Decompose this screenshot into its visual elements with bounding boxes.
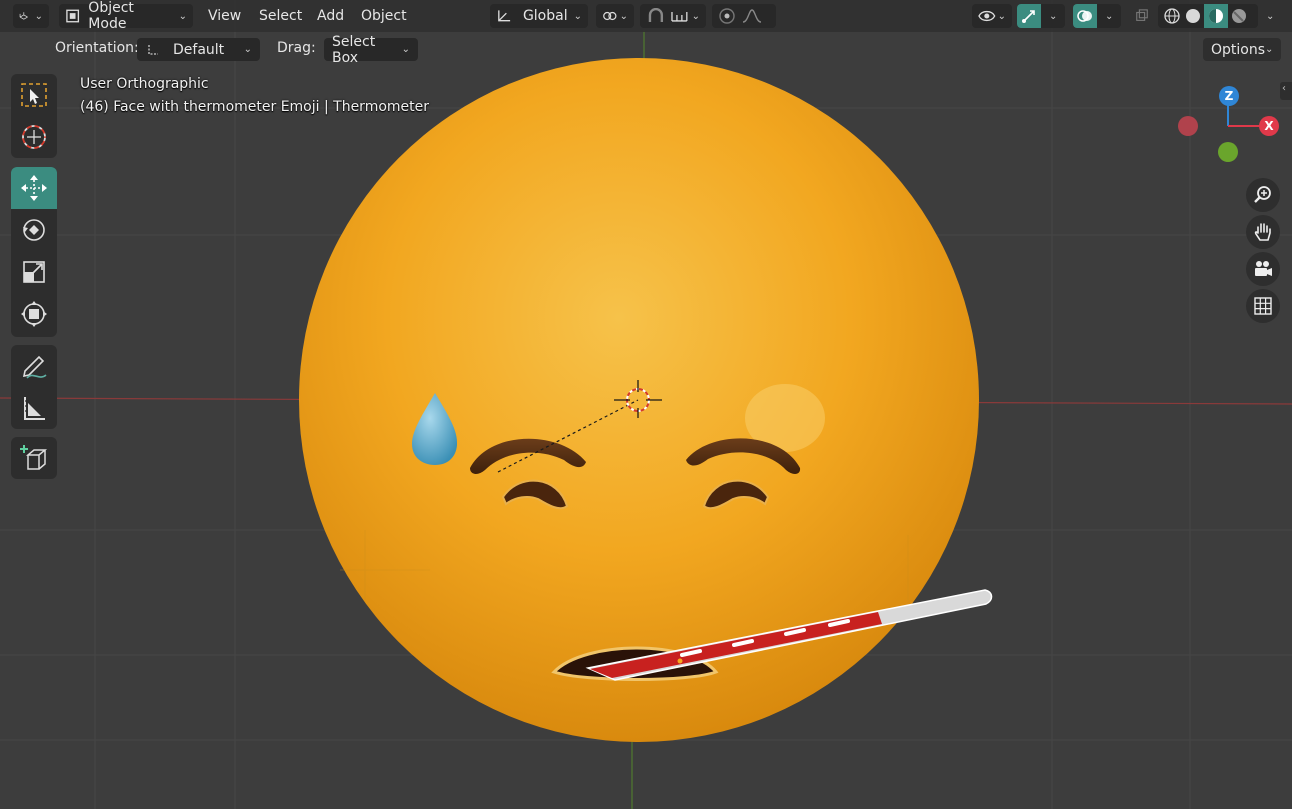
measure-tool[interactable] (11, 387, 57, 429)
chevron-down-icon: ⌄ (401, 44, 410, 55)
pivot-icon (603, 11, 617, 21)
orientation-icon (498, 10, 511, 22)
cursor-icon (22, 125, 46, 149)
options-label: Options (1211, 41, 1266, 58)
orientation-label: Global (522, 8, 568, 24)
chevron-down-icon: ⌄ (178, 10, 187, 22)
gizmo-icon (1022, 10, 1035, 23)
cursor-tool[interactable] (11, 116, 57, 158)
gizmo-negative-x-axis[interactable] (1178, 116, 1198, 136)
overlays-icon (1077, 10, 1092, 22)
orientation-value: Default (173, 41, 225, 58)
orientation-field-label: Orientation: (55, 40, 139, 56)
menu-view[interactable]: View (208, 0, 241, 32)
chevron-left-icon: ‹ (1282, 83, 1286, 94)
orientation-axes-icon (148, 44, 158, 55)
object-info-label: (46) Face with thermometer Emoji | Therm… (80, 99, 430, 115)
shading-options-dropdown[interactable]: ⌄ (1260, 4, 1282, 28)
menu-object[interactable]: Object (361, 0, 407, 32)
perspective-toggle-button[interactable] (1246, 289, 1280, 323)
select-box-icon (21, 83, 47, 107)
measure-icon (24, 397, 45, 420)
visibility-dropdown[interactable]: ⌄ (972, 4, 1012, 28)
eye-icon (978, 10, 996, 22)
magnet-icon (648, 8, 664, 22)
3d-viewport[interactable] (0, 0, 1292, 809)
snapping-toggle[interactable]: ⌄ (640, 4, 706, 28)
viewport-header: ⌄ Object Mode ⌄ View Select Add Object G… (0, 0, 1292, 32)
3d-viewport-icon (19, 12, 28, 20)
transform-orientation-dropdown[interactable]: Global ⌄ (490, 4, 588, 28)
gizmo-toggle[interactable]: ⌄ (1017, 4, 1065, 28)
proportional-editing-toggle[interactable] (712, 4, 776, 28)
scale-icon (23, 261, 45, 283)
sidebar-toggle[interactable]: ‹ (1280, 82, 1292, 100)
rendered-shading-icon[interactable] (1228, 6, 1250, 26)
chevron-down-icon: ⌄ (1265, 44, 1274, 55)
gizmo-z-axis[interactable]: Z (1219, 86, 1239, 106)
gizmo-x-axis[interactable]: X (1259, 116, 1279, 136)
hand-icon (1254, 223, 1271, 241)
xray-icon (1136, 9, 1148, 21)
toolbar-group-transform (11, 167, 57, 337)
pan-button[interactable] (1246, 215, 1280, 249)
zoom-button[interactable] (1246, 178, 1280, 212)
chevron-down-icon: ⌄ (1049, 10, 1058, 22)
drag-field-label: Drag: (277, 40, 316, 56)
chevron-down-icon: ⌄ (691, 10, 700, 22)
chevron-down-icon: ⌄ (573, 10, 582, 22)
rotate-tool[interactable] (11, 209, 57, 251)
object-mode-icon (66, 9, 80, 23)
menu-select[interactable]: Select (259, 0, 302, 32)
transform-tool[interactable] (11, 293, 57, 335)
drag-dropdown[interactable]: Select Box ⌄ (324, 34, 418, 66)
menu-add[interactable]: Add (317, 0, 344, 32)
annotate-icon (22, 355, 47, 379)
toolbar-group-add (11, 437, 57, 479)
zoom-icon (1254, 186, 1271, 203)
material-preview-shading-icon[interactable] (1206, 6, 1226, 26)
view-name-label: User Orthographic (80, 76, 209, 92)
editor-type-button[interactable]: ⌄ (13, 4, 49, 28)
mode-label: Object Mode (88, 0, 134, 32)
options-dropdown[interactable]: Options ⌄ (1203, 38, 1281, 61)
emoji-face (299, 58, 979, 742)
camera-icon (1255, 261, 1272, 276)
chevron-down-icon: ⌄ (1266, 10, 1275, 22)
select-box-tool[interactable] (11, 74, 57, 116)
chevron-down-icon: ⌄ (1105, 10, 1114, 22)
chevron-down-icon: ⌄ (243, 44, 252, 55)
chevron-down-icon: ⌄ (997, 10, 1006, 22)
scale-tool[interactable] (11, 251, 57, 293)
toolbar-group-select (11, 74, 57, 158)
move-tool[interactable] (11, 167, 57, 209)
orientation-dropdown[interactable]: Default ⌄ (137, 38, 260, 61)
proportional-edit-icon (719, 8, 735, 24)
toolbar-group-annotate (11, 345, 57, 429)
transform-icon (21, 301, 47, 327)
mode-dropdown[interactable]: Object Mode ⌄ (59, 0, 193, 32)
overlays-toggle[interactable]: ⌄ (1073, 4, 1121, 28)
wireframe-shading-icon[interactable] (1162, 6, 1182, 26)
falloff-curve-icon (742, 9, 762, 23)
pivot-point-dropdown[interactable]: ⌄ (596, 4, 634, 28)
grid-icon (1254, 297, 1272, 315)
drag-value: Select Box (332, 33, 376, 66)
chevron-down-icon: ⌄ (34, 10, 43, 22)
gizmo-y-axis[interactable] (1218, 142, 1238, 162)
camera-view-button[interactable] (1246, 252, 1280, 286)
shading-mode-group (1158, 4, 1258, 28)
scene-canvas (0, 0, 1292, 809)
move-icon (21, 175, 47, 201)
rotate-icon (23, 219, 45, 241)
annotate-tool[interactable] (11, 345, 57, 387)
chevron-down-icon: ⌄ (619, 10, 628, 22)
xray-toggle[interactable] (1129, 4, 1155, 28)
solid-shading-icon[interactable] (1182, 6, 1204, 26)
add-cube-icon (20, 445, 48, 470)
add-cube-tool[interactable] (11, 437, 57, 479)
snap-increment-icon (671, 12, 688, 22)
